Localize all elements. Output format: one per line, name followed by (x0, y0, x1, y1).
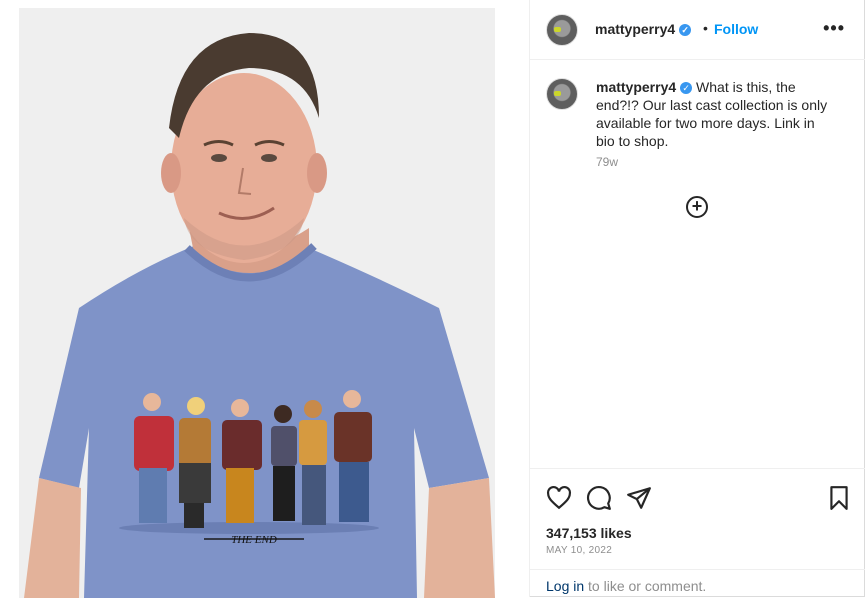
login-link[interactable]: Log in (546, 578, 584, 594)
login-bar: Log in to like or comment. (530, 569, 865, 600)
shirt-text: THE END (231, 534, 277, 546)
login-prompt: Log in to like or comment. (546, 578, 706, 594)
like-count[interactable]: 347,153 likes (546, 525, 632, 541)
save-icon[interactable] (826, 485, 852, 511)
caption-timestamp[interactable]: 79w (596, 155, 618, 169)
photo-illustration: THE END (19, 8, 495, 598)
caption-username[interactable]: mattyperry4 (596, 79, 676, 95)
share-icon[interactable] (626, 485, 652, 511)
verified-icon: ✓ (679, 24, 692, 37)
login-suffix: to like or comment. (584, 578, 707, 594)
post-media: THE END (0, 0, 529, 600)
avatar-accent (554, 27, 561, 32)
verified-icon: ✓ (680, 82, 693, 95)
header-separator: • (703, 20, 708, 36)
caption-avatar[interactable] (546, 78, 578, 110)
post-sidebar: mattyperry4 ✓ • Follow ••• mattyperry4 ✓ W… (529, 0, 865, 597)
comment-icon[interactable] (586, 485, 612, 511)
post-header: mattyperry4 ✓ • Follow ••• (530, 0, 865, 60)
more-options-icon[interactable]: ••• (823, 18, 845, 39)
action-bar: 347,153 likes MAY 10, 2022 Log in to lik… (530, 468, 865, 599)
username-text[interactable]: mattyperry4 (595, 21, 675, 37)
heart-icon[interactable] (546, 485, 572, 511)
avatar-accent (554, 91, 561, 96)
post-date[interactable]: MAY 10, 2022 (546, 545, 612, 556)
follow-button[interactable]: Follow (714, 21, 758, 37)
caption-text-block: mattyperry4 ✓ What is this, the end?!? Ou… (596, 78, 836, 150)
load-comments-icon[interactable]: + (686, 196, 708, 218)
avatar[interactable] (546, 14, 578, 46)
post-photo[interactable]: THE END (19, 8, 495, 598)
header-username[interactable]: mattyperry4 ✓ (595, 21, 692, 37)
